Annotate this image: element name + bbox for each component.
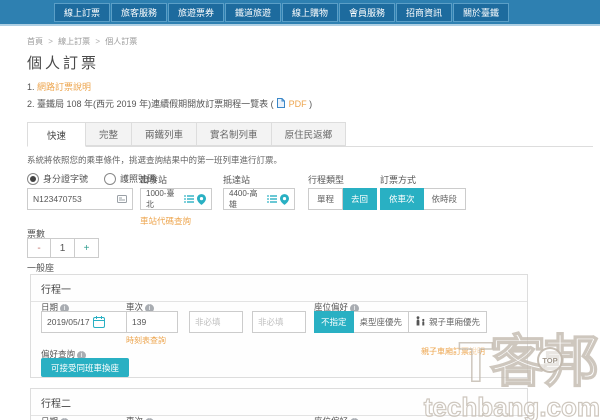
family-booking-info-link-wrap: 親子車廂訂票說明 [421,346,485,357]
trip-1-panel: 行程一 日期i 2019/05/17 車次i 139 座位偏好i 不指定 桌型座… [30,274,528,378]
station-list-icon[interactable] [184,195,194,203]
one-way-button[interactable]: 單程 [308,188,344,210]
calendar-icon[interactable] [92,316,105,328]
timetable-query-link-wrap: 時刻表查詢 [126,335,166,346]
nav-item-member-service[interactable]: 會員服務 [339,2,395,22]
seat-preference-toggle: 不指定 桌型座優先 親子車廂優先 [314,311,488,333]
from-station-value: 1000-臺北 [146,189,175,209]
date-input[interactable]: 2019/05/17 [41,311,129,333]
breadcrumb-current: 個人訂票 [105,37,138,46]
count-minus-button[interactable]: - [27,238,51,258]
seat-preference-label: 座位偏好i [314,415,360,420]
watermark-top-badge: TOP [537,347,563,373]
to-station-value: 4400-高雄 [229,189,258,209]
tab-indigenous-return[interactable]: 原住民返鄉 [271,122,347,146]
id-card-radio[interactable] [27,172,39,185]
notice-item-2: 2. 臺鐵局 108 年(西元 2019 年)連續假期開放訂票期程一覽表 ( P… [27,97,312,110]
notice-number: 2. [27,99,35,109]
station-map-pin-icon[interactable] [280,193,289,205]
table-seat-priority-button[interactable]: 桌型座優先 [353,311,410,333]
train-number-input-3[interactable] [252,311,306,333]
tab-complete[interactable]: 完整 [86,122,133,146]
train-number-input-2[interactable] [189,311,243,333]
notice-item-1: 1. 網路訂票說明 [27,80,91,93]
count-plus-button[interactable]: + [75,238,99,258]
seat-class-label: 一般座 [27,263,55,273]
id-type-radio-group: 身分證字號 護照號碼 [27,172,156,185]
tab-real-name-train[interactable]: 實名制列車 [197,122,272,146]
breadcrumb-separator: > [95,37,101,46]
to-station-label: 抵達站 [223,175,251,185]
accept-seat-change-button[interactable]: 可接受同班車換座 [41,358,130,377]
breadcrumb-home[interactable]: 首頁 [27,37,43,46]
trip-2-panel: 行程二 日期i 車次i 座位偏好i [30,388,528,420]
id-card-radio-label: 身分證字號 [43,174,89,184]
nav-item-business-info[interactable]: 招商資訊 [396,2,452,22]
date-value: 2019/05/17 [47,317,90,327]
to-station-field[interactable]: 4400-高雄 [223,188,295,210]
booking-instructions-link[interactable]: 網路訂票說明 [37,82,91,92]
by-train-number-button[interactable]: 依車次 [380,188,424,210]
from-station-field[interactable]: 1000-臺北 [140,188,212,210]
id-number-value: N123470753 [33,194,82,204]
id-card-icon [117,195,127,203]
station-map-pin-icon[interactable] [197,193,206,205]
nav-item-passenger-service[interactable]: 旅客服務 [111,2,167,22]
train-number-input[interactable]: 139 [126,311,178,333]
nav-item-online-shop[interactable]: 線上購物 [282,2,338,22]
count-value: 1 [51,238,75,258]
ticket-count-stepper: - 1 + [27,238,99,258]
booking-method-toggle: 依車次 依時段 [380,188,467,210]
trip-type-toggle: 單程 去回 [308,188,378,210]
booking-tabs: 快速 完整 兩鐵列車 實名制列車 原住民返鄉 [27,122,593,147]
notice-number: 1. [27,82,35,92]
nav-item-about-tra[interactable]: 關於臺鐵 [453,2,509,22]
nav-item-online-booking[interactable]: 線上訂票 [54,2,110,22]
family-booking-info-link[interactable]: 親子車廂訂票說明 [421,347,485,356]
top-navbar: 線上訂票 旅客服務 旅遊票券 鐵道旅遊 線上購物 會員服務 招商資訊 關於臺鐵 [0,0,600,26]
station-code-query-link-wrap: 車站代碼查詢 [140,215,191,227]
from-station-label: 出發站 [140,175,168,185]
id-number-input[interactable]: N123470753 [27,188,133,210]
trip-1-title: 行程一 [31,275,527,302]
station-code-query-link[interactable]: 車站代碼查詢 [140,216,191,226]
breadcrumb-separator: > [48,37,53,46]
tab-quick[interactable]: 快速 [27,122,87,147]
trip-2-title: 行程二 [31,389,527,416]
holiday-schedule-text: 臺鐵局 108 年(西元 2019 年)連續假期開放訂票期程一覽表 ( [37,99,274,109]
train-number-label: 車次i [126,415,155,420]
no-preference-button[interactable]: 不指定 [314,311,354,333]
pdf-link[interactable]: PDF [289,99,307,109]
breadcrumb-online-booking[interactable]: 線上訂票 [58,37,90,46]
notice-close-paren: ) [309,99,313,109]
intro-text: 系統將依照您的乘車條件，挑選查詢結果中的第一班列車進行訂票。 [27,155,283,165]
train-number-value: 139 [132,317,147,327]
pdf-icon [277,98,286,110]
by-time-period-button[interactable]: 依時段 [423,188,467,210]
tab-bike-train[interactable]: 兩鐵列車 [132,122,198,146]
booking-method-label: 訂票方式 [380,175,417,185]
round-trip-button[interactable]: 去回 [343,188,378,210]
passport-radio[interactable] [104,172,117,185]
parent-child-icon [415,316,426,328]
trip-type-label: 行程類型 [308,175,345,185]
timetable-query-link[interactable]: 時刻表查詢 [126,336,166,345]
family-carriage-priority-button[interactable]: 親子車廂優先 [409,311,488,333]
date-label: 日期i [41,415,70,420]
optional-train-input[interactable] [195,317,237,327]
optional-train-input[interactable] [258,317,300,327]
nav-item-travel-tickets[interactable]: 旅遊票券 [168,2,224,22]
page-title: 個人訂票 [27,55,100,72]
tra-booking-page: 線上訂票 旅客服務 旅遊票券 鐵道旅遊 線上購物 會員服務 招商資訊 關於臺鐵 … [0,0,600,420]
station-list-icon[interactable] [267,195,277,203]
breadcrumb: 首頁 > 線上訂票 > 個人訂票 [27,36,137,47]
nav-item-rail-tours[interactable]: 鐵道旅遊 [225,2,281,22]
